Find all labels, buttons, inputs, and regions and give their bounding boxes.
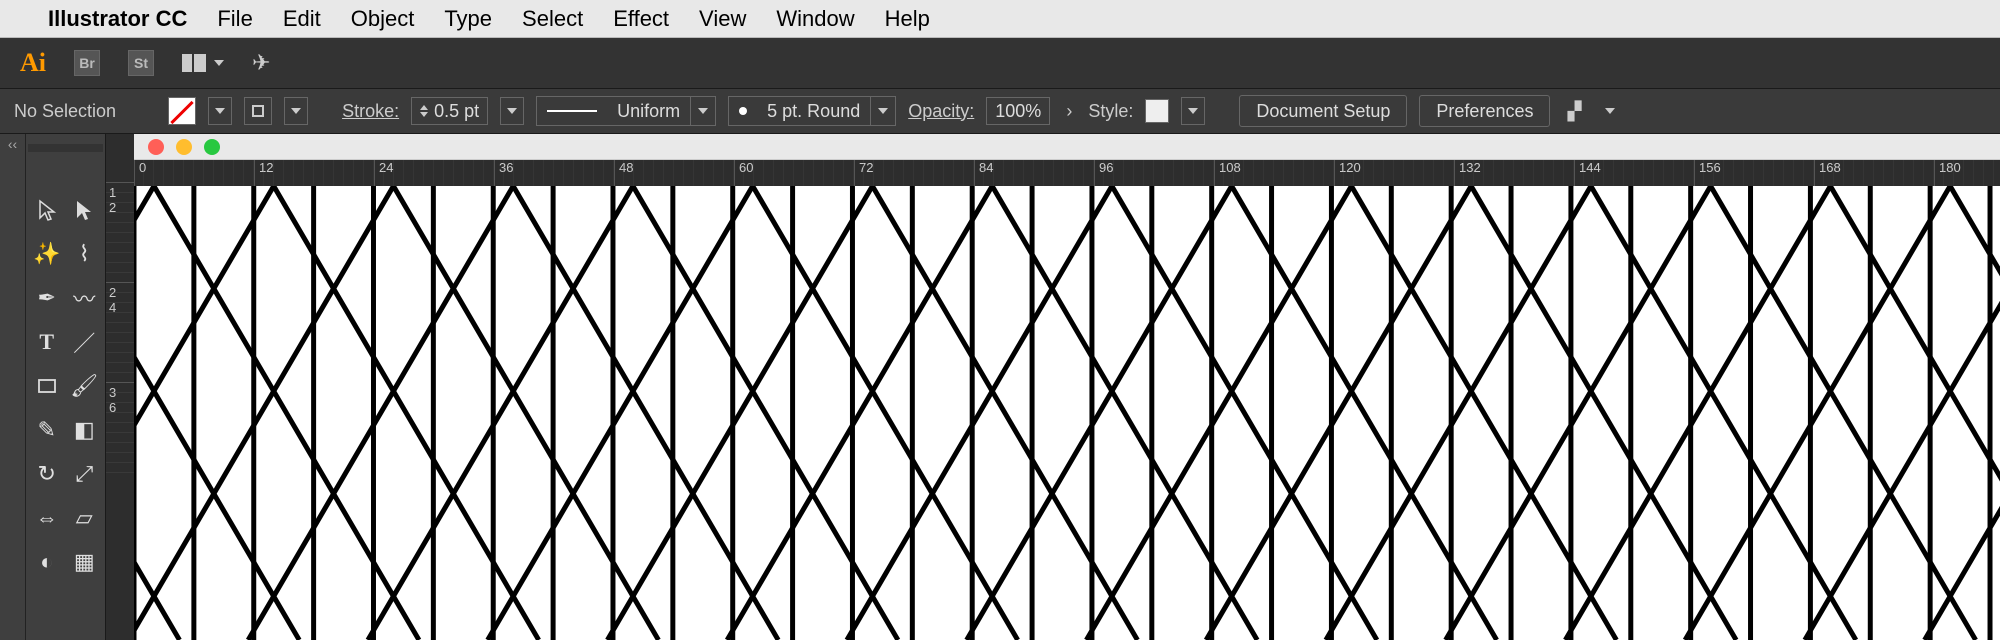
type-tool[interactable]: T — [28, 320, 66, 364]
free-transform-tool[interactable]: ▱ — [66, 496, 104, 540]
curvature-tool[interactable]: 〰 — [66, 276, 104, 320]
close-window-button[interactable] — [148, 139, 164, 155]
gpu-performance-icon[interactable]: ✈ — [252, 50, 270, 76]
menu-window[interactable]: Window — [776, 6, 854, 32]
stroke-swatch[interactable] — [244, 97, 272, 125]
artboard-canvas[interactable] — [134, 186, 2000, 640]
horizontal-ruler[interactable]: 01224364860728496108120132144156168180 — [134, 160, 2000, 186]
tools-panel: ✨ ⌇ ✒ 〰 T ／ 🖌 ✎ ◧ ↻ ⤢ ⇔ ▱ ◐ ▦ — [26, 134, 106, 640]
menu-help[interactable]: Help — [885, 6, 930, 32]
fill-swatch-none[interactable] — [168, 97, 196, 125]
graphic-style-swatch[interactable] — [1145, 99, 1169, 123]
shape-builder-tool[interactable]: ◐ — [28, 540, 66, 584]
menu-file[interactable]: File — [217, 6, 252, 32]
lasso-tool[interactable]: ⌇ — [66, 232, 104, 276]
preferences-button[interactable]: Preferences — [1419, 95, 1550, 127]
align-to-pixel-icon[interactable]: ▞ — [1562, 99, 1586, 123]
brush-value: 5 pt. Round — [757, 101, 870, 122]
fill-dropdown[interactable] — [208, 97, 232, 125]
workspace: ‹‹ ✨ ⌇ ✒ 〰 T ／ 🖌 ✎ ◧ ↻ ⤢ ⇔ ▱ ◐ ▦ 12 24 3… — [0, 134, 2000, 640]
selection-status: No Selection — [14, 101, 116, 122]
align-to-pixel-dropdown[interactable] — [1598, 97, 1622, 125]
zoom-window-button[interactable] — [204, 139, 220, 155]
window-traffic-lights — [148, 139, 220, 155]
menu-effect[interactable]: Effect — [613, 6, 669, 32]
opacity-value: 100% — [995, 101, 1041, 122]
document-window-chrome — [134, 134, 2000, 160]
width-tool[interactable]: ⇔ — [28, 496, 66, 540]
menu-edit[interactable]: Edit — [283, 6, 321, 32]
style-label: Style: — [1088, 101, 1133, 122]
control-bar: No Selection Stroke: 0.5 pt Uniform 5 pt… — [0, 88, 2000, 134]
magic-wand-tool[interactable]: ✨ — [28, 232, 66, 276]
illustrator-logo: Ai — [20, 48, 46, 78]
menu-type[interactable]: Type — [444, 6, 492, 32]
arrange-documents-button[interactable] — [182, 54, 224, 72]
chevron-down-icon — [214, 60, 224, 66]
stroke-weight-field[interactable]: 0.5 pt — [411, 97, 488, 125]
app-bar: Ai Br St ✈ — [0, 38, 2000, 88]
eraser-tool[interactable]: ◧ — [66, 408, 104, 452]
macos-menubar: Illustrator CC File Edit Object Type Sel… — [0, 0, 2000, 38]
panel-collapse-strip[interactable]: ‹‹ — [0, 134, 26, 640]
variable-width-profile[interactable]: Uniform — [536, 96, 716, 126]
menu-view[interactable]: View — [699, 6, 746, 32]
brush-dot-icon — [739, 107, 747, 115]
opacity-label[interactable]: Opacity: — [908, 101, 974, 122]
opacity-field[interactable]: 100% — [986, 97, 1050, 125]
menu-object[interactable]: Object — [351, 6, 415, 32]
paintbrush-tool[interactable]: 🖌 — [66, 364, 104, 408]
stroke-weight-dropdown[interactable] — [500, 97, 524, 125]
stroke-dropdown[interactable] — [284, 97, 308, 125]
stroke-weight-value: 0.5 pt — [434, 101, 479, 122]
direct-selection-tool[interactable] — [66, 188, 104, 232]
scale-tool[interactable]: ⤢ — [66, 452, 104, 496]
rectangle-tool[interactable] — [28, 364, 66, 408]
bridge-button[interactable]: Br — [74, 50, 100, 76]
minimize-window-button[interactable] — [176, 139, 192, 155]
stroke-label[interactable]: Stroke: — [342, 101, 399, 122]
opacity-flyout-icon[interactable]: › — [1062, 101, 1076, 122]
graphic-style-dropdown[interactable] — [1181, 97, 1205, 125]
perspective-grid-tool[interactable]: ▦ — [66, 540, 104, 584]
pen-tool[interactable]: ✒ — [28, 276, 66, 320]
profile-value: Uniform — [607, 101, 690, 122]
rotate-tool[interactable]: ↻ — [28, 452, 66, 496]
brush-definition[interactable]: 5 pt. Round — [728, 96, 896, 126]
document-area: 01224364860728496108120132144156168180 — [134, 134, 2000, 640]
shaper-tool[interactable]: ✎ — [28, 408, 66, 452]
triangle-grid-art — [134, 186, 2000, 640]
stepper-icon[interactable] — [420, 105, 428, 117]
stock-button[interactable]: St — [128, 50, 154, 76]
document-setup-button[interactable]: Document Setup — [1239, 95, 1407, 127]
line-segment-tool[interactable]: ／ — [66, 320, 104, 364]
selection-tool[interactable] — [28, 188, 66, 232]
profile-line-icon — [547, 110, 597, 112]
collapse-icon: ‹‹ — [8, 136, 17, 152]
app-menu[interactable]: Illustrator CC — [48, 6, 187, 32]
menu-select[interactable]: Select — [522, 6, 583, 32]
vertical-ruler[interactable]: 12 24 36 — [106, 134, 134, 640]
